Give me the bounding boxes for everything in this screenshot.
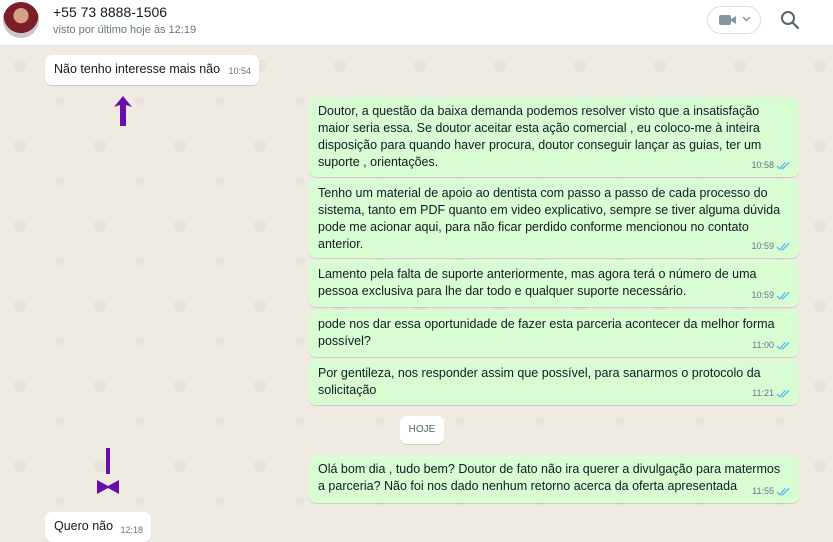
read-receipt-icon <box>776 161 790 170</box>
message-time: 11:00 <box>752 340 774 350</box>
message-text: Doutor, a questão da baixa demanda podem… <box>318 104 762 169</box>
message-bubble-outgoing[interactable]: Lamento pela falta de suporte anteriorme… <box>309 260 799 307</box>
message-time: 11:21 <box>752 388 774 398</box>
read-receipt-icon <box>776 389 790 398</box>
search-icon[interactable] <box>779 9 801 31</box>
message-time: 12:18 <box>120 525 143 535</box>
annotation-arrow-up-icon <box>114 96 132 126</box>
message-bubble-outgoing[interactable]: Tenho um material de apoio ao dentista c… <box>309 179 799 258</box>
message-text: Quero não <box>54 519 114 533</box>
message-bubble-incoming[interactable]: Quero não 12:18 <box>45 512 151 542</box>
message-time: 10:59 <box>751 241 774 251</box>
message-text: Por gentileza, nos responder assim que p… <box>318 366 761 397</box>
message-text: Olá bom dia , tudo bem? Doutor de fato n… <box>318 462 781 493</box>
video-call-button[interactable] <box>707 6 761 34</box>
message-time: 11:55 <box>752 486 774 496</box>
contact-name[interactable]: +55 73 8888-1506 <box>53 4 167 20</box>
last-seen-status: visto por último hoje às 12:19 <box>53 24 197 36</box>
read-receipt-icon <box>776 487 790 496</box>
chevron-down-icon <box>742 16 751 22</box>
message-text: pode nos dar essa oportunidade de fazer … <box>318 317 775 348</box>
read-receipt-icon <box>776 341 790 350</box>
message-time: 10:54 <box>228 66 251 76</box>
message-text: Não tenho interesse mais não <box>54 62 221 76</box>
message-bubble-outgoing[interactable]: Olá bom dia , tudo bem? Doutor de fato n… <box>309 455 799 503</box>
message-text: Lamento pela falta de suporte anteriorme… <box>318 267 757 298</box>
read-receipt-icon <box>776 242 790 251</box>
message-time: 10:59 <box>751 290 774 300</box>
read-receipt-icon <box>776 291 790 300</box>
message-text: Tenho um material de apoio ao dentista c… <box>318 186 781 251</box>
video-camera-icon <box>719 15 736 25</box>
message-bubble-outgoing[interactable]: Por gentileza, nos responder assim que p… <box>309 359 799 405</box>
message-time: 10:58 <box>751 160 774 170</box>
message-list[interactable]: Não tenho interesse mais não 10:54 Douto… <box>0 46 833 542</box>
contact-avatar[interactable] <box>3 2 39 38</box>
chat-header: +55 73 8888-1506 visto por último hoje à… <box>0 0 833 46</box>
annotation-arrow-down-icon <box>97 448 119 494</box>
message-bubble-outgoing[interactable]: Doutor, a questão da baixa demanda podem… <box>309 97 799 177</box>
message-bubble-outgoing[interactable]: pode nos dar essa oportunidade de fazer … <box>309 310 799 357</box>
message-bubble-incoming[interactable]: Não tenho interesse mais não 10:54 <box>45 55 259 85</box>
date-divider: HOJE <box>400 416 444 444</box>
